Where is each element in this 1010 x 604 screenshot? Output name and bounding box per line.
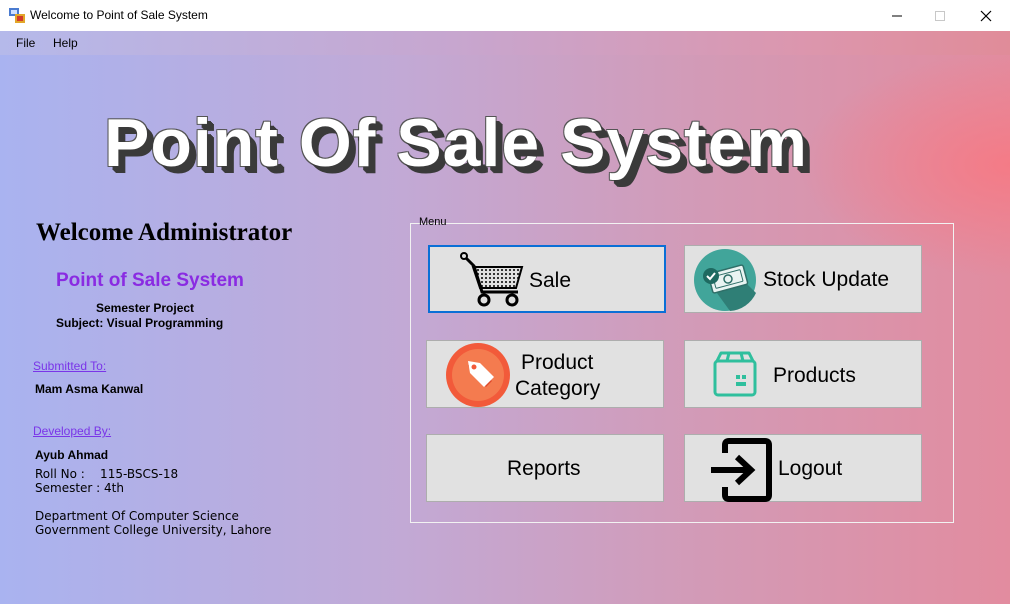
logout-button[interactable]: Logout: [684, 434, 922, 502]
menu-help[interactable]: Help: [53, 36, 78, 50]
university: Government College University, Lahore: [35, 523, 272, 537]
reports-label: Reports: [507, 457, 581, 480]
price-tag-icon: [446, 343, 510, 407]
menu-file[interactable]: File: [16, 36, 35, 50]
close-button[interactable]: [963, 0, 1009, 31]
application-window: Welcome to Point of Sale System File Hel…: [0, 0, 1010, 604]
menu-bar: File Help: [0, 31, 1010, 55]
maximize-icon: [935, 10, 945, 21]
stock-update-button[interactable]: Stock Update: [684, 245, 922, 313]
sale-label: Sale: [529, 269, 572, 292]
product-category-button[interactable]: Product Category: [426, 340, 664, 408]
products-label: Products: [773, 364, 856, 387]
product-category-label-line2: Category: [515, 377, 601, 400]
project-label: Semester Project: [96, 301, 195, 315]
title-bar: Welcome to Point of Sale System: [0, 0, 1010, 31]
menu-group-label: Menu: [419, 216, 447, 228]
logout-icon: [711, 438, 772, 502]
reports-button[interactable]: Reports: [426, 434, 664, 502]
page-title: Point Of Sale System: [104, 105, 808, 181]
window-title: Welcome to Point of Sale System: [30, 8, 208, 22]
welcome-heading: Welcome Administrator: [36, 219, 293, 246]
app-icon: [9, 8, 25, 23]
roll-number: Roll No : 115-BSCS-18: [35, 467, 179, 481]
submitted-to-link[interactable]: Submitted To:: [33, 359, 106, 373]
product-category-label-line1: Product: [521, 351, 594, 374]
logout-label: Logout: [778, 457, 843, 480]
stock-update-label: Stock Update: [763, 268, 890, 291]
shopping-cart-icon: [460, 252, 524, 307]
subject-label: Subject: Visual Programming: [56, 316, 224, 330]
products-button[interactable]: Products: [684, 340, 922, 408]
maximize-button[interactable]: [917, 0, 963, 31]
minimize-icon: [892, 15, 902, 16]
main-content: Point Of Sale System Welcome Administrat…: [0, 55, 1010, 604]
semester: Semester : 4th: [35, 481, 124, 495]
developer-name: Ayub Ahmad: [35, 448, 109, 462]
money-icon: [694, 249, 756, 311]
system-subtitle: Point of Sale System: [56, 270, 244, 291]
developed-by-link[interactable]: Developed By:: [33, 424, 111, 438]
close-icon: [980, 10, 992, 21]
minimize-button[interactable]: [874, 0, 920, 31]
submitted-to-name: Mam Asma Kanwal: [35, 382, 144, 396]
box-icon: [713, 351, 757, 397]
department: Department Of Computer Science: [35, 509, 239, 523]
sale-button[interactable]: Sale: [428, 245, 666, 313]
